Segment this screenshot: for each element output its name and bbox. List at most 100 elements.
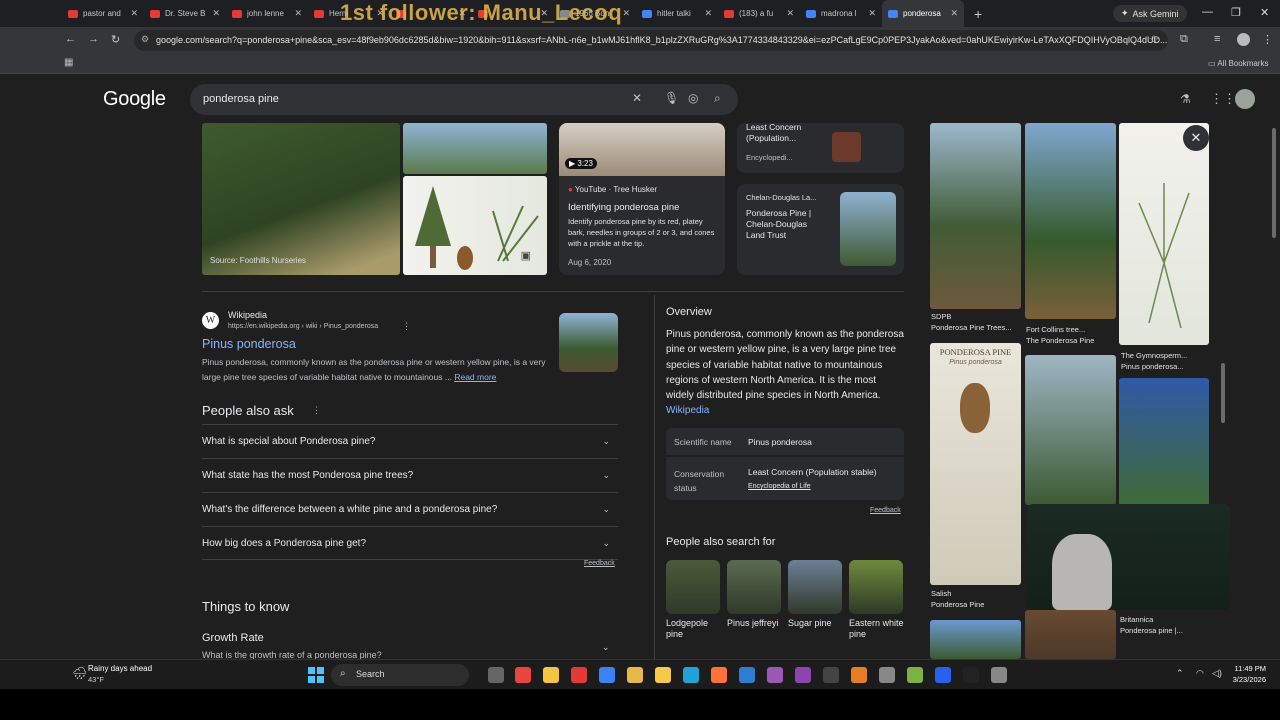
video-card[interactable]: ▶ 3:23 ● YouTube · Tree Husker Identifyi… [559, 123, 725, 275]
scrollbar-thumb[interactable] [1221, 363, 1225, 423]
youtube-icon[interactable] [571, 667, 587, 683]
pine-illustration-image[interactable]: ▣ [403, 176, 547, 275]
file-explorer-icon[interactable] [488, 667, 504, 683]
app-icon[interactable] [907, 667, 923, 683]
edge-icon[interactable] [683, 667, 699, 683]
browser-tab[interactable]: hitler talki ✕ [636, 0, 718, 27]
reload-icon[interactable]: ↻ [111, 33, 120, 46]
new-tab-button[interactable]: + [964, 6, 992, 22]
chrome-icon[interactable] [515, 667, 531, 683]
site-info-icon[interactable]: ⚙ [141, 34, 149, 45]
image-expand-icon[interactable]: ▣ [521, 249, 531, 262]
apps-icon[interactable]: ▦ [64, 57, 73, 68]
scrollbar[interactable] [1218, 123, 1228, 659]
tab-close-icon[interactable]: ✕ [130, 8, 138, 19]
related-entity[interactable]: Lodgepole pine [666, 560, 722, 640]
settings-icon[interactable] [879, 667, 895, 683]
related-entity[interactable]: Pinus jeffreyi [727, 560, 783, 629]
source-card-bottom[interactable]: Chelan-Douglas La... Ponderosa Pine | Ch… [737, 184, 904, 275]
all-bookmarks-button[interactable]: ▭ All Bookmarks [1208, 59, 1268, 68]
search-icon[interactable]: ⌕ [714, 91, 721, 106]
taskbar-search[interactable]: ⌕ Search [331, 664, 469, 686]
tab-close-icon[interactable]: ✕ [704, 8, 712, 19]
clear-icon[interactable]: ✕ [632, 91, 642, 105]
weather-icon[interactable]: 🌧 [72, 666, 87, 680]
paa-question[interactable]: What is special about Ponderosa pine? ⌄ [202, 424, 618, 458]
terminal-icon[interactable] [823, 667, 839, 683]
wifi-icon[interactable]: ◠ [1196, 668, 1204, 679]
start-button[interactable] [308, 667, 324, 683]
related-entity[interactable]: Sugar pine [788, 560, 844, 629]
weather-title[interactable]: Rainy days ahead [88, 664, 152, 673]
image-result[interactable]: PONDEROSA PINE Pinus ponderosa [930, 343, 1021, 585]
app-icon[interactable] [655, 667, 671, 683]
tab-close-icon[interactable]: ✕ [294, 8, 302, 19]
messenger-icon[interactable] [599, 667, 615, 683]
image-result[interactable] [1025, 355, 1116, 505]
result-title-link[interactable]: Pinus ponderosa [202, 337, 296, 351]
read-more-link[interactable]: Read more [454, 372, 496, 382]
folder-icon[interactable] [543, 667, 559, 683]
close-window-icon[interactable]: ✕ [1260, 6, 1269, 19]
tab-close-icon[interactable]: ✕ [786, 8, 794, 19]
result-menu-icon[interactable]: ⋮ [402, 321, 411, 332]
image-result[interactable] [1025, 610, 1116, 659]
minimize-icon[interactable]: — [1202, 6, 1213, 18]
image-result[interactable] [1025, 123, 1116, 319]
search-input[interactable]: ponderosa pine ✕ 🎙 ◎ ⌕ [190, 84, 738, 115]
browser-tab[interactable]: Dr. Steve B ✕ [144, 0, 226, 27]
store-icon[interactable] [627, 667, 643, 683]
app-icon[interactable] [963, 667, 979, 683]
close-panel-button[interactable]: ✕ [1183, 125, 1209, 151]
menu-icon[interactable]: ⋮ [1262, 33, 1273, 46]
pine-tree-image[interactable]: Source: Foothills Nurseries [202, 123, 400, 275]
result-thumbnail[interactable] [559, 313, 618, 372]
clock-time[interactable]: 11:49 PM [1232, 664, 1266, 673]
browser-tab[interactable]: pastor and ✕ [62, 0, 144, 27]
firefox-icon[interactable] [711, 667, 727, 683]
image-result[interactable] [1119, 123, 1209, 345]
google-apps-icon[interactable]: ⋮⋮ [1210, 91, 1236, 107]
paa-menu-icon[interactable]: ⋮ [312, 405, 321, 416]
page-scrollbar[interactable] [1270, 123, 1278, 659]
overview-feedback-link[interactable]: Feedback [870, 507, 901, 514]
tab-close-icon[interactable]: ✕ [950, 8, 958, 19]
paa-question[interactable]: What state has the most Ponderosa pine t… [202, 458, 618, 492]
app-icon[interactable] [851, 667, 867, 683]
browser-tab[interactable]: ponderosa ✕ [882, 0, 964, 27]
browser-tab[interactable]: madrona l ✕ [800, 0, 882, 27]
back-icon[interactable]: ← [65, 33, 76, 45]
growth-rate-title[interactable]: Growth Rate [202, 632, 264, 644]
overview-wikipedia-link[interactable]: Wikipedia [666, 405, 709, 416]
account-avatar[interactable] [1235, 89, 1255, 109]
app-icon[interactable] [767, 667, 783, 683]
image-result[interactable] [930, 123, 1021, 309]
ask-gemini-button[interactable]: ✦ Ask Gemini [1113, 5, 1187, 22]
app-icon[interactable] [991, 667, 1007, 683]
labs-icon[interactable]: ⚗ [1180, 92, 1191, 106]
source-card-top[interactable]: Least Concern (Population... Encyclopedi… [737, 122, 904, 173]
paa-feedback-link[interactable]: Feedback [584, 560, 615, 567]
tab-close-icon[interactable]: ✕ [622, 8, 630, 19]
related-entity[interactable]: Eastern white pine [849, 560, 905, 640]
maximize-icon[interactable]: ❐ [1231, 6, 1241, 19]
paa-question[interactable]: What's the difference between a white pi… [202, 492, 618, 526]
tab-search-icon[interactable]: ≡ [1214, 33, 1220, 45]
tab-close-icon[interactable]: ✕ [868, 8, 876, 19]
forward-icon[interactable]: → [88, 33, 99, 45]
forest-image[interactable] [403, 123, 547, 174]
chevron-down-icon[interactable]: ⌄ [602, 642, 610, 653]
page-scrollbar-thumb[interactable] [1272, 128, 1276, 238]
paa-question[interactable]: How big does a Ponderosa pine get? ⌄ [202, 526, 618, 560]
address-bar[interactable]: ⚙ google.com/search?q=ponderosa+pine&sca… [134, 30, 1168, 51]
google-logo[interactable]: Google [103, 88, 166, 111]
app-icon[interactable] [739, 667, 755, 683]
browser-tab[interactable]: john lenne ✕ [226, 0, 308, 27]
image-result[interactable] [930, 620, 1021, 659]
fact-source-link[interactable]: Encyclopedia of Life [748, 483, 811, 490]
tray-chevron-icon[interactable]: ⌃ [1176, 668, 1184, 679]
browser-tab[interactable]: (183) a fu ✕ [718, 0, 800, 27]
app-icon[interactable] [935, 667, 951, 683]
extensions-icon[interactable]: ⧉ [1180, 33, 1188, 46]
profile-avatar[interactable] [1237, 33, 1250, 46]
